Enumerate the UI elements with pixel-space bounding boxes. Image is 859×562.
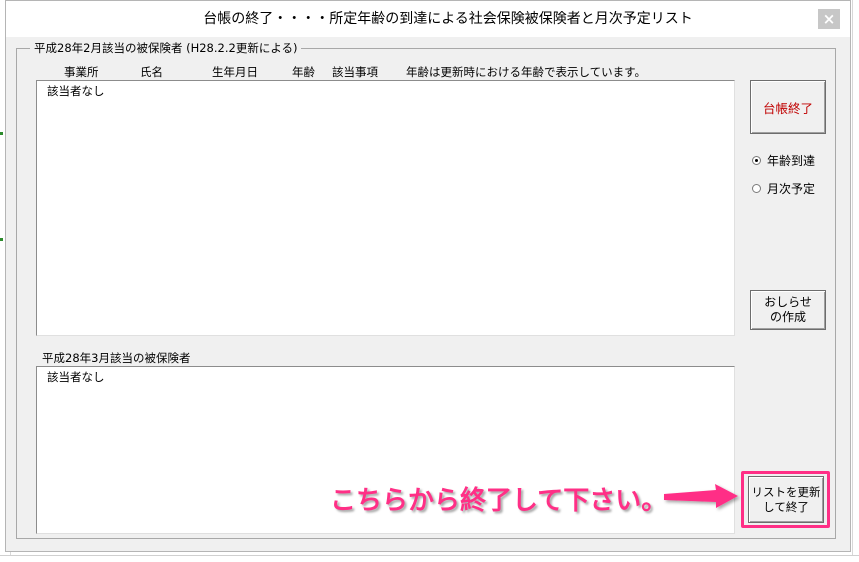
annotation-arrow-icon [664,484,738,508]
